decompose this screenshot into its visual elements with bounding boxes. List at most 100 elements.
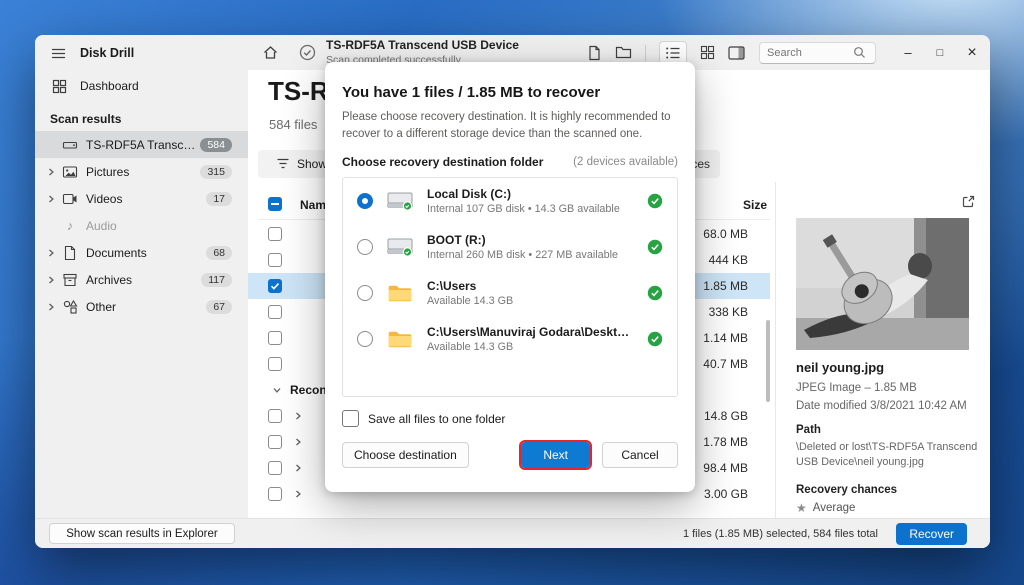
- sidebar-item-documents[interactable]: Documents 68: [35, 239, 248, 266]
- chevron-right-icon[interactable]: [43, 248, 59, 258]
- sidebar-item-archives[interactable]: Archives 117: [35, 266, 248, 293]
- choose-destination-button[interactable]: Choose destination: [342, 442, 469, 469]
- destination-detail: Available 14.3 GB: [427, 341, 514, 354]
- radio-unselected[interactable]: [357, 331, 373, 348]
- row-checkbox[interactable]: [268, 409, 282, 423]
- destination-text: C:\Users Available 14.3 GB: [427, 279, 631, 307]
- sidebar-item-audio[interactable]: ♪ Audio: [35, 212, 248, 239]
- row-checkbox[interactable]: [268, 461, 282, 475]
- chevron-right-icon[interactable]: [293, 411, 303, 421]
- row-checkbox[interactable]: [268, 435, 282, 449]
- show-filter-button[interactable]: Show: [276, 157, 327, 171]
- destination-option-users[interactable]: C:\Users Available 14.3 GB: [343, 270, 677, 316]
- table-scrollbar[interactable]: [766, 320, 770, 402]
- green-check-icon: [647, 331, 663, 347]
- dialog-description: Please choose recovery destination. It i…: [342, 111, 671, 140]
- count-badge: 584: [200, 137, 232, 152]
- row-checkbox[interactable]: [268, 253, 282, 267]
- chevron-right-icon[interactable]: [43, 302, 59, 312]
- count-badge: 67: [206, 299, 232, 314]
- open-preview-external-icon[interactable]: [961, 194, 976, 209]
- session-file-icon[interactable]: [587, 45, 602, 61]
- file-size: 1.85 MB: [703, 279, 748, 293]
- row-checkbox[interactable]: [268, 487, 282, 501]
- recover-button[interactable]: Recover: [896, 523, 967, 545]
- path-label: Path: [796, 424, 821, 436]
- home-icon[interactable]: [262, 44, 279, 61]
- open-folder-icon[interactable]: [615, 45, 632, 60]
- preview-panel-toggle-icon[interactable]: [728, 45, 745, 60]
- chevron-right-icon[interactable]: [43, 194, 59, 204]
- column-header-size[interactable]: Size: [743, 198, 767, 212]
- destination-list: Local Disk (C:) Internal 107 GB disk • 1…: [342, 177, 678, 398]
- row-checkbox[interactable]: [268, 305, 282, 319]
- destination-section-header: Choose recovery destination folder (2 de…: [342, 155, 678, 169]
- file-size: 14.8 GB: [703, 409, 748, 423]
- show-in-explorer-button[interactable]: Show scan results in Explorer: [49, 523, 235, 544]
- maximize-button[interactable]: □: [924, 35, 956, 70]
- status-bar: Show scan results in Explorer 1 files (1…: [35, 518, 990, 548]
- row-checkbox[interactable]: [268, 357, 282, 371]
- shapes-icon: [59, 299, 81, 315]
- chevron-right-icon[interactable]: [293, 489, 303, 499]
- destination-option-boot[interactable]: BOOT (R:) Internal 260 MB disk • 227 MB …: [343, 224, 677, 270]
- destination-name: C:\Users\Manuviraj Godara\Desktop: [427, 325, 631, 340]
- chevron-right-icon[interactable]: [293, 437, 303, 447]
- chevron-right-icon[interactable]: [43, 167, 59, 177]
- file-size: 68.0 MB: [703, 227, 748, 241]
- destination-name: BOOT (R:): [427, 233, 486, 248]
- chevron-right-icon[interactable]: [293, 463, 303, 473]
- sidebar-item-videos[interactable]: Videos 17: [35, 185, 248, 212]
- destination-name: Local Disk (C:): [427, 187, 512, 202]
- minimize-button[interactable]: –: [892, 35, 924, 70]
- close-button[interactable]: ×: [956, 35, 988, 70]
- row-checkbox-checked[interactable]: [268, 279, 282, 293]
- search-input[interactable]: [767, 46, 853, 59]
- count-badge: 17: [206, 191, 232, 206]
- list-view-button[interactable]: [659, 40, 687, 65]
- search-icon: [853, 46, 866, 59]
- folder-icon: [385, 329, 415, 350]
- hamburger-menu-icon[interactable]: [50, 45, 67, 62]
- file-size: 1.78 MB: [703, 435, 748, 449]
- sidebar: Disk Drill Dashboard Scan results TS-RDF…: [35, 35, 248, 518]
- preview-filename: neil young.jpg: [796, 360, 885, 375]
- next-button[interactable]: Next: [519, 440, 592, 471]
- document-icon: [59, 245, 81, 261]
- destination-option-local-disk[interactable]: Local Disk (C:) Internal 107 GB disk • 1…: [343, 178, 677, 224]
- dashboard-icon: [52, 79, 67, 94]
- radio-selected[interactable]: [357, 193, 373, 210]
- destination-option-desktop[interactable]: C:\Users\Manuviraj Godara\Desktop Availa…: [343, 316, 677, 362]
- preview-image: [796, 218, 969, 350]
- drive-icon: [59, 137, 81, 153]
- grid-view-button[interactable]: [700, 45, 715, 60]
- preview-type-size: JPEG Image – 1.85 MB: [796, 382, 917, 394]
- device-title: TS-RDF5A Transcend USB Device: [326, 38, 519, 53]
- row-checkbox[interactable]: [268, 227, 282, 241]
- chevron-down-icon[interactable]: [272, 385, 282, 395]
- sidebar-item-dashboard[interactable]: Dashboard: [35, 71, 248, 101]
- save-all-checkbox[interactable]: [342, 410, 359, 428]
- cancel-button[interactable]: Cancel: [602, 442, 678, 469]
- save-all-label: Save all files to one folder: [368, 411, 506, 426]
- select-all-checkbox[interactable]: [268, 197, 282, 211]
- sidebar-item-pictures[interactable]: Pictures 315: [35, 158, 248, 185]
- sidebar-header: Disk Drill: [35, 35, 248, 71]
- radio-unselected[interactable]: [357, 285, 373, 302]
- green-check-icon: [647, 285, 663, 301]
- destination-detail: Internal 260 MB disk • 227 MB available: [427, 249, 619, 262]
- destination-text: C:\Users\Manuviraj Godara\Desktop Availa…: [427, 325, 631, 353]
- sidebar-item-device[interactable]: TS-RDF5A Transcend US... 584: [35, 131, 248, 158]
- sidebar-item-label: Pictures: [86, 164, 130, 179]
- file-size: 40.7 MB: [703, 357, 748, 371]
- green-check-icon: [647, 193, 663, 209]
- radio-unselected[interactable]: [357, 239, 373, 256]
- chances-text: Average: [812, 502, 856, 514]
- destination-detail: Available 14.3 GB: [427, 295, 514, 308]
- search-box[interactable]: [759, 41, 876, 64]
- show-filter-label: Show: [297, 157, 328, 171]
- row-checkbox[interactable]: [268, 331, 282, 345]
- sidebar-item-other[interactable]: Other 67: [35, 293, 248, 320]
- sidebar-item-label: Documents: [86, 245, 147, 260]
- chevron-right-icon[interactable]: [43, 275, 59, 285]
